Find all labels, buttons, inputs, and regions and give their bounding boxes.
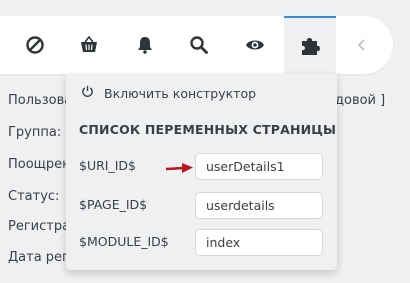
enable-constructor-toggle[interactable]: Включить конструктор [81,85,256,101]
view-button[interactable] [229,16,281,74]
block-button[interactable] [9,16,61,74]
search-button[interactable] [173,16,225,74]
constructor-panel: Включить конструктор СПИСОК ПЕРЕМЕННЫХ С… [66,74,337,270]
var-value-page-id[interactable] [195,192,323,219]
page-variables-title: СПИСОК ПЕРЕМЕННЫХ СТРАНИЦЫ [79,122,337,137]
chevron-left-icon [355,38,369,52]
admin-toolbar [0,16,393,74]
puzzle-icon [298,34,322,58]
arrow-icon [164,159,194,178]
constructor-button[interactable] [284,16,336,74]
label-group: Группа: [8,125,62,140]
basket-icon [79,35,99,55]
collapse-button[interactable] [336,16,388,74]
label-status: Статус: [8,189,60,204]
eye-icon [245,35,265,55]
var-value-uri-id[interactable] [195,153,323,180]
basket-button[interactable] [63,16,115,74]
label-user: Пользова [8,93,73,108]
notifications-button[interactable] [119,16,171,74]
var-value-module-id[interactable] [195,229,323,256]
power-icon [81,85,104,101]
label-rewards: Поощрен [8,157,71,172]
label-right-fragment: довой ] [335,93,386,108]
var-name-page-id: $PAGE_ID$ [79,197,148,212]
search-icon [189,35,209,55]
block-icon [25,35,45,55]
var-name-uri-id: $URI_ID$ [79,158,136,173]
label-registration: Регистра [8,219,71,234]
bell-icon [135,35,155,55]
enable-constructor-label: Включить конструктор [104,85,257,101]
var-name-module-id: $MODULE_ID$ [79,234,169,249]
